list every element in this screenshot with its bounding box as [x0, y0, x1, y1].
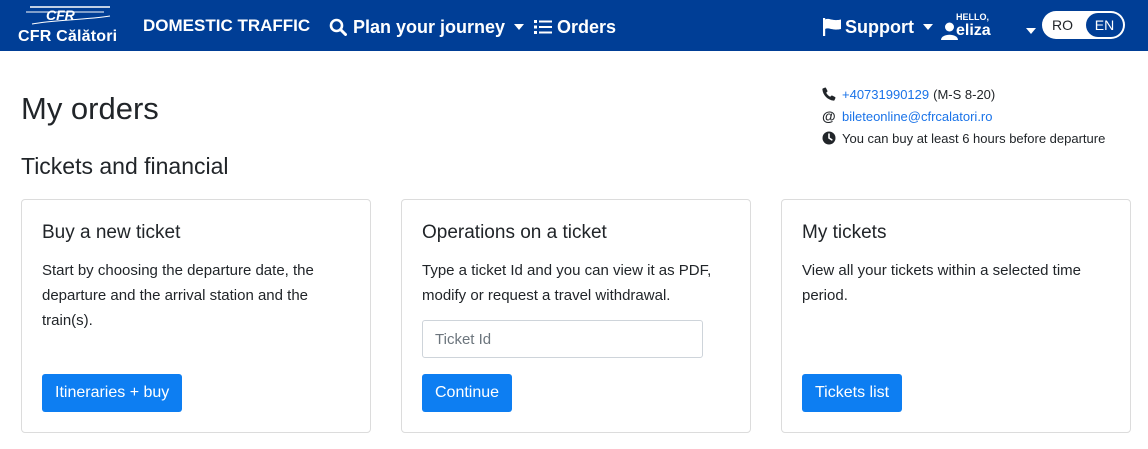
- logo-mark-text: CFR: [46, 7, 76, 23]
- card-title: Buy a new ticket: [42, 222, 181, 243]
- contact-email-row: @ bileteonline@cfrcalatori.ro: [822, 105, 1105, 127]
- contact-notice: You can buy at least 6 hours before depa…: [842, 130, 1106, 146]
- phone-icon: [822, 87, 836, 101]
- language-option-ro[interactable]: RO: [1052, 17, 1073, 33]
- language-option-en[interactable]: EN: [1086, 13, 1123, 37]
- contact-phone-hours: (M-S 8-20): [933, 86, 996, 102]
- contact-info: +40731990129 (M-S 8-20) @ bileteonline@c…: [822, 83, 1105, 149]
- continue-button[interactable]: Continue: [422, 374, 513, 412]
- support-menu[interactable]: Support: [822, 15, 933, 39]
- svg-text:@: @: [822, 109, 836, 123]
- tickets-list-button[interactable]: Tickets list: [802, 374, 903, 412]
- flag-icon: [823, 18, 841, 36]
- orders-link[interactable]: Orders: [534, 15, 616, 39]
- card-description: Start by choosing the departure date, th…: [42, 262, 314, 329]
- cfr-calatori-logo[interactable]: CFR CFR Călători: [18, 4, 118, 47]
- nav-brand-domestic-traffic[interactable]: DOMESTIC TRAFFIC: [143, 16, 310, 36]
- contact-notice-row: You can buy at least 6 hours before depa…: [822, 127, 1105, 149]
- contact-email-link[interactable]: bileteonline@cfrcalatori.ro: [842, 109, 993, 124]
- itineraries-buy-button[interactable]: Itineraries + buy: [42, 374, 183, 412]
- logo-name: CFR Călători: [18, 28, 118, 45]
- user-greeting: HELLO,: [956, 12, 989, 22]
- user-name: eliza: [956, 22, 991, 39]
- clock-icon: [822, 131, 836, 145]
- at-icon: @: [822, 109, 836, 123]
- page-title: My orders: [21, 91, 159, 126]
- cfr-logo-mark: CFR: [26, 6, 111, 25]
- contact-phone-link[interactable]: +40731990129: [842, 87, 929, 102]
- ticket-operations-card: Operations on a ticket Type a ticket Id …: [401, 199, 751, 433]
- section-title: Tickets and financial: [21, 153, 229, 179]
- list-icon: [534, 20, 552, 34]
- contact-phone-row: +40731990129 (M-S 8-20): [822, 83, 1105, 105]
- chevron-down-icon: [514, 24, 525, 30]
- card-description: View all your tickets within a selected …: [802, 262, 1082, 304]
- top-navbar: CFR CFR Călători DOMESTIC TRAFFIC Plan y…: [0, 0, 1148, 51]
- language-toggle: RO EN: [1042, 11, 1125, 39]
- ticket-id-input[interactable]: [422, 320, 703, 358]
- card-title: Operations on a ticket: [422, 222, 607, 243]
- plan-journey-label: Plan your journey: [353, 16, 506, 37]
- buy-ticket-card: Buy a new ticket Start by choosing the d…: [21, 199, 371, 433]
- orders-label: Orders: [557, 16, 617, 37]
- card-title: My tickets: [802, 222, 887, 243]
- my-tickets-card: My tickets View all your tickets within …: [781, 199, 1131, 433]
- search-icon: [329, 18, 347, 36]
- chevron-down-icon: [1026, 28, 1036, 34]
- support-label: Support: [845, 16, 914, 37]
- plan-journey-menu[interactable]: Plan your journey: [329, 15, 525, 39]
- card-description: Type a ticket Id and you can view it as …: [422, 262, 712, 304]
- chevron-down-icon: [923, 24, 933, 30]
